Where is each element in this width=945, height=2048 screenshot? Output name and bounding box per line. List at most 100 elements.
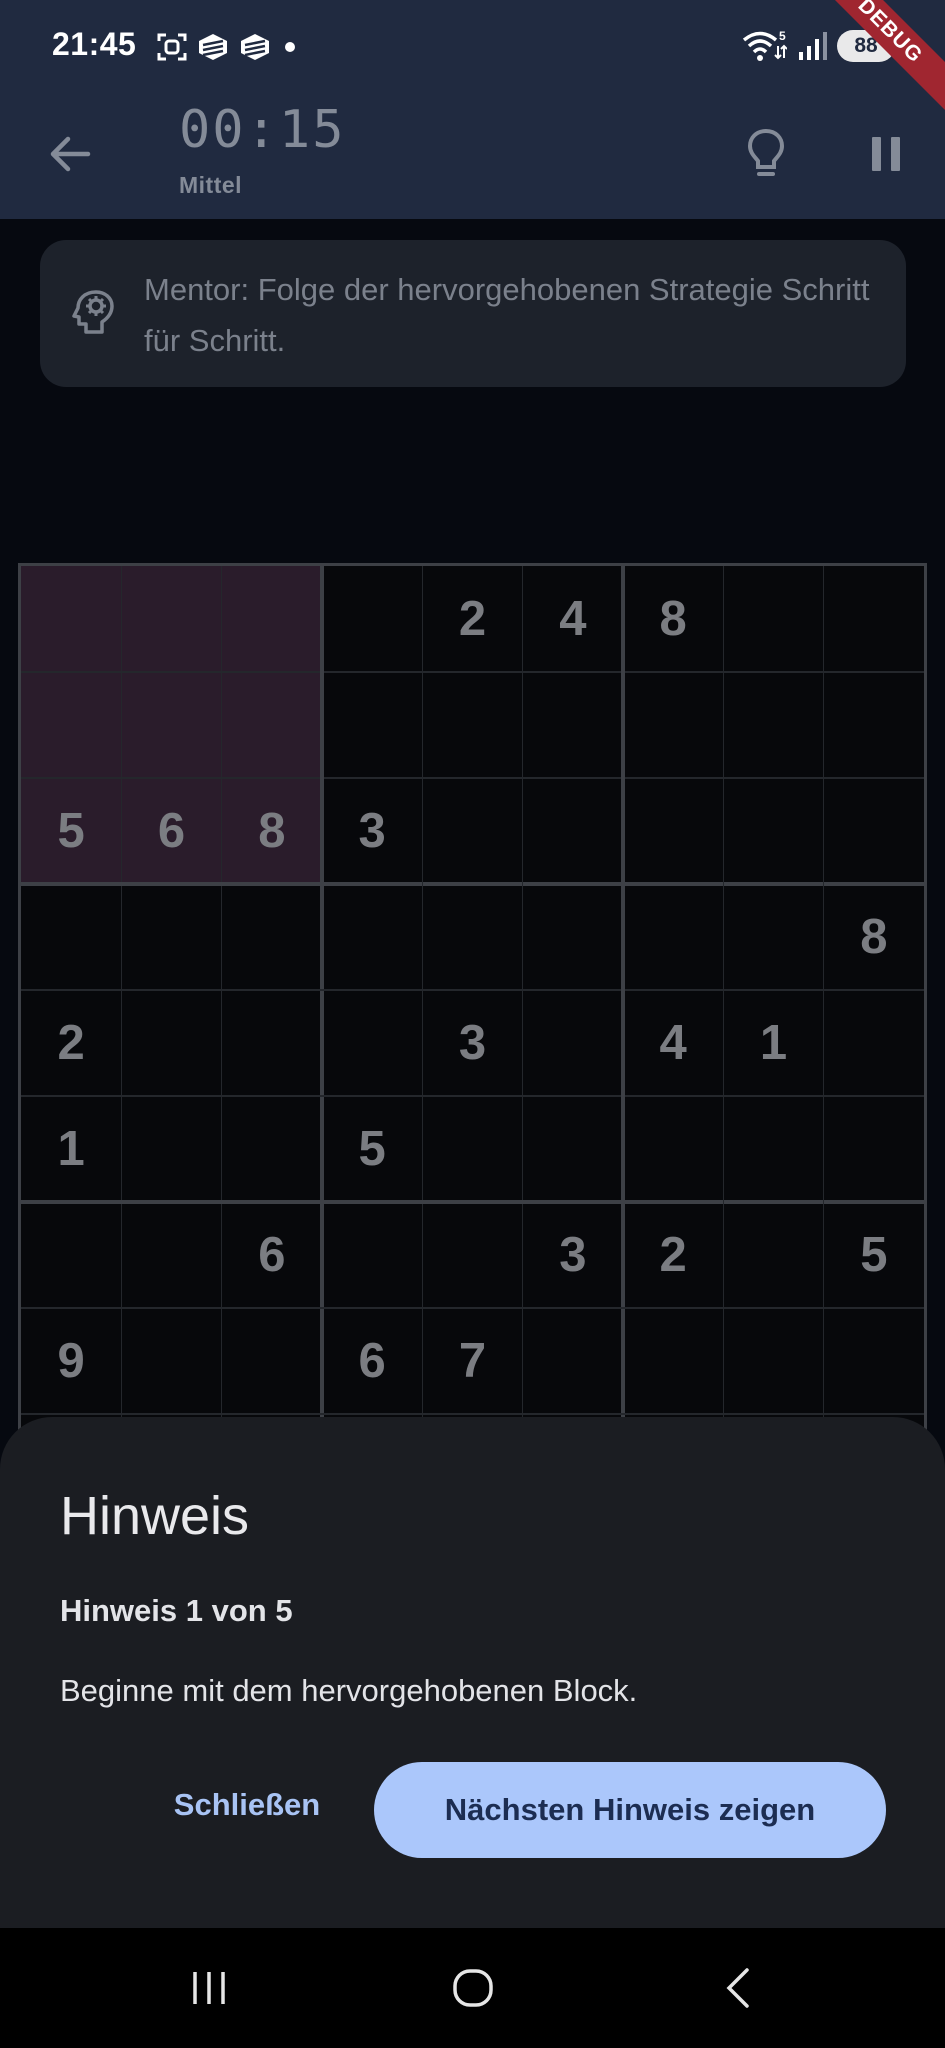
sudoku-cell[interactable] — [723, 884, 823, 990]
sudoku-cell[interactable] — [121, 1202, 221, 1308]
sudoku-cell[interactable] — [121, 672, 221, 778]
sudoku-cell[interactable]: 7 — [422, 1308, 522, 1414]
sudoku-cell[interactable]: 2 — [623, 1202, 723, 1308]
sudoku-cell[interactable] — [322, 884, 422, 990]
sudoku-cell[interactable] — [723, 672, 823, 778]
nav-back-button[interactable] — [694, 1948, 784, 2028]
sudoku-cell[interactable]: 2 — [21, 990, 121, 1096]
home-icon — [453, 1969, 493, 2007]
hint-message: Beginne mit dem hervorgehobenen Block. — [60, 1673, 638, 1708]
next-hint-button[interactable]: Nächsten Hinweis zeigen — [374, 1762, 886, 1858]
sudoku-cell[interactable] — [222, 884, 322, 990]
sudoku-cell[interactable] — [824, 990, 924, 1096]
sudoku-cell[interactable]: 3 — [322, 778, 422, 884]
debug-banner: DEBUG — [815, 0, 945, 125]
sudoku-grid: 24856838234115632596712 — [18, 563, 927, 1523]
sudoku-cell[interactable] — [222, 1096, 322, 1202]
screenshot-icon — [157, 33, 187, 61]
recent-apps-button[interactable] — [164, 1948, 254, 2028]
sudoku-cell[interactable] — [422, 884, 522, 990]
close-button[interactable]: Schließen — [150, 1757, 344, 1853]
hint-button[interactable] — [734, 122, 798, 186]
sudoku-cell[interactable]: 6 — [222, 1202, 322, 1308]
mentor-card: Mentor: Folge der hervorgehobenen Strate… — [40, 240, 906, 387]
sudoku-cell[interactable]: 5 — [322, 1096, 422, 1202]
sudoku-cell[interactable] — [723, 566, 823, 672]
sudoku-cell[interactable]: 4 — [523, 566, 623, 672]
sudoku-cell[interactable] — [121, 1096, 221, 1202]
sudoku-cell[interactable] — [322, 672, 422, 778]
sudoku-cell[interactable] — [523, 1096, 623, 1202]
sudoku-cell[interactable]: 5 — [21, 778, 121, 884]
app-notification-icon — [199, 34, 227, 60]
sudoku-cell[interactable] — [523, 672, 623, 778]
chevron-left-icon — [726, 1968, 749, 2008]
sudoku-cell[interactable]: 6 — [322, 1308, 422, 1414]
sudoku-cell[interactable] — [824, 566, 924, 672]
sudoku-cell[interactable]: 8 — [222, 778, 322, 884]
sudoku-cell[interactable] — [222, 672, 322, 778]
sudoku-cell[interactable]: 8 — [623, 566, 723, 672]
sudoku-cell[interactable] — [222, 990, 322, 1096]
sheet-title: Hinweis — [60, 1486, 250, 1546]
sudoku-cell[interactable] — [222, 566, 322, 672]
sudoku-cell[interactable] — [523, 884, 623, 990]
game-timer: 00:15 — [179, 100, 346, 160]
sudoku-cell[interactable] — [824, 672, 924, 778]
sudoku-cell[interactable]: 3 — [422, 990, 522, 1096]
sudoku-cell[interactable] — [422, 778, 522, 884]
sudoku-cell[interactable] — [121, 1308, 221, 1414]
app-notification-icon — [241, 34, 269, 60]
sudoku-cell[interactable] — [623, 672, 723, 778]
back-button[interactable] — [40, 124, 100, 184]
sudoku-cell[interactable] — [422, 672, 522, 778]
sudoku-cell[interactable] — [723, 778, 823, 884]
sudoku-cell[interactable] — [21, 566, 121, 672]
sudoku-cell[interactable] — [824, 1096, 924, 1202]
sudoku-cell[interactable] — [121, 990, 221, 1096]
sudoku-cell[interactable] — [322, 566, 422, 672]
sudoku-cell[interactable] — [623, 1308, 723, 1414]
sudoku-cell[interactable]: 2 — [422, 566, 522, 672]
debug-banner-wrap: DEBUG — [815, 0, 945, 130]
sudoku-cell[interactable] — [21, 672, 121, 778]
pause-button[interactable] — [856, 122, 916, 186]
sudoku-cell[interactable] — [623, 884, 723, 990]
wifi-icon: 5 — [742, 29, 787, 61]
sudoku-cell[interactable] — [523, 990, 623, 1096]
sudoku-cell[interactable]: 1 — [723, 990, 823, 1096]
mentor-text: Mentor: Folge der hervorgehobenen Strate… — [144, 272, 870, 358]
sudoku-cell[interactable]: 9 — [21, 1308, 121, 1414]
sudoku-cell[interactable]: 4 — [623, 990, 723, 1096]
sudoku-cell[interactable]: 8 — [824, 884, 924, 990]
sudoku-cell[interactable] — [523, 778, 623, 884]
sudoku-cell[interactable]: 3 — [523, 1202, 623, 1308]
sudoku-cell[interactable] — [723, 1202, 823, 1308]
sudoku-cell[interactable] — [623, 1096, 723, 1202]
sudoku-cell[interactable] — [21, 1202, 121, 1308]
sudoku-cell[interactable] — [723, 1308, 823, 1414]
arrow-back-icon — [50, 136, 91, 172]
sudoku-cell[interactable]: 1 — [21, 1096, 121, 1202]
difficulty-label: Mittel — [179, 172, 243, 198]
pause-icon — [872, 137, 900, 171]
sudoku-cell[interactable] — [723, 1096, 823, 1202]
sudoku-cell[interactable] — [623, 778, 723, 884]
lightbulb-icon — [747, 128, 785, 176]
sudoku-cell[interactable] — [121, 884, 221, 990]
sudoku-cell[interactable] — [21, 884, 121, 990]
sudoku-cell[interactable] — [322, 990, 422, 1096]
hint-bottom-sheet: Hinweis Hinweis 1 von 5 Beginne mit dem … — [0, 1417, 945, 1928]
sudoku-cell[interactable] — [422, 1096, 522, 1202]
sudoku-cell[interactable]: 5 — [824, 1202, 924, 1308]
sudoku-cell[interactable] — [222, 1308, 322, 1414]
sudoku-cell[interactable] — [322, 1202, 422, 1308]
sudoku-cell[interactable] — [121, 566, 221, 672]
sudoku-cell[interactable] — [422, 1202, 522, 1308]
sudoku-cell[interactable] — [824, 1308, 924, 1414]
home-button[interactable] — [428, 1948, 518, 2028]
sudoku-cell[interactable] — [523, 1308, 623, 1414]
navigation-bar — [0, 1928, 945, 2048]
sudoku-cell[interactable] — [824, 778, 924, 884]
sudoku-cell[interactable]: 6 — [121, 778, 221, 884]
